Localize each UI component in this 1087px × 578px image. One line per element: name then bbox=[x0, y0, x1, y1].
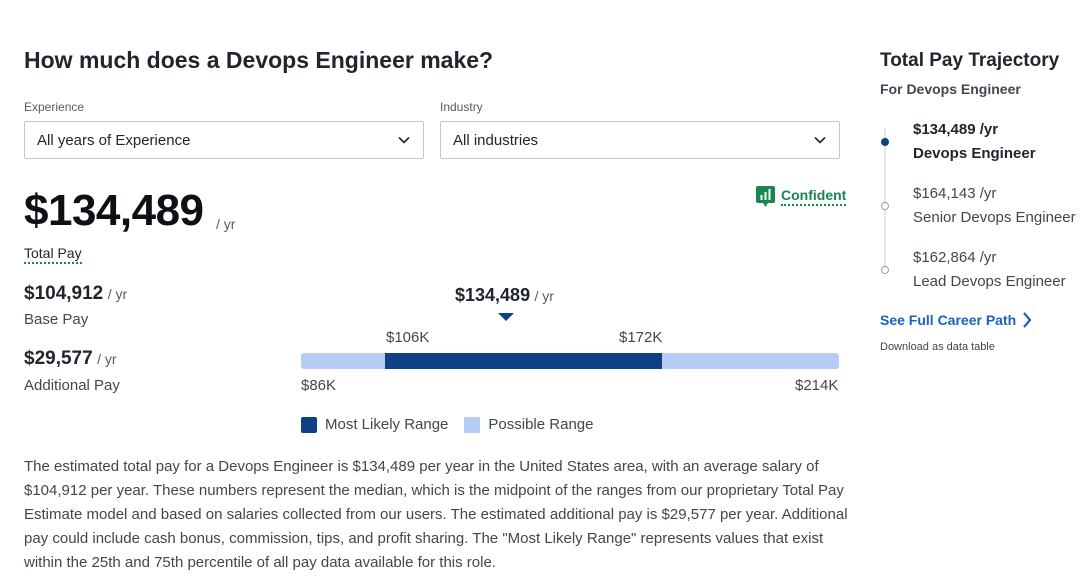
experience-select[interactable]: All years of Experience bbox=[24, 121, 424, 159]
industry-label: Industry bbox=[440, 100, 483, 114]
range-marker-triangle bbox=[498, 313, 514, 321]
total-pay-label[interactable]: Total Pay bbox=[24, 245, 82, 264]
likely-high-label: $172K bbox=[619, 329, 663, 346]
career-path-label: See Full Career Path bbox=[880, 312, 1017, 328]
likely-swatch bbox=[301, 416, 317, 433]
trajectory-role: Lead Devops Engineer bbox=[913, 273, 1066, 290]
industry-select[interactable]: All industries bbox=[440, 121, 840, 159]
range-marker-label: $134,489 / yr bbox=[455, 285, 554, 306]
experience-value: All years of Experience bbox=[37, 131, 191, 149]
base-pay-unit: / yr bbox=[107, 286, 128, 302]
trajectory-salary: $164,143 /yr bbox=[913, 185, 997, 202]
range-min-label: $86K bbox=[301, 377, 337, 394]
confidence-label: Confident bbox=[781, 187, 847, 206]
chevron-down-icon bbox=[398, 136, 410, 144]
range-marker-unit: / yr bbox=[534, 288, 554, 304]
signal-bars-icon bbox=[756, 186, 775, 207]
see-career-path-link[interactable]: See Full Career Path bbox=[880, 312, 1032, 328]
range-marker-amount: $134,489 bbox=[455, 285, 531, 305]
download-data-table-link[interactable]: Download as data table bbox=[880, 341, 995, 353]
page-title: How much does a Devops Engineer make? bbox=[24, 47, 494, 73]
trajectory-salary: $162,864 /yr bbox=[913, 249, 997, 266]
base-pay-amount: $104,912 bbox=[24, 283, 104, 304]
confidence-badge[interactable]: Confident bbox=[756, 186, 847, 207]
timeline-dot bbox=[881, 266, 889, 274]
most-likely-range-segment bbox=[385, 353, 663, 369]
legend-possible: Possible Range bbox=[488, 416, 594, 433]
timeline-dot-active bbox=[881, 138, 889, 146]
additional-pay-unit: / yr bbox=[97, 351, 117, 367]
likely-low-label: $106K bbox=[386, 329, 430, 346]
trajectory-title: Total Pay Trajectory bbox=[880, 50, 1060, 71]
experience-label: Experience bbox=[24, 100, 85, 114]
range-legend: Most Likely Range Possible Range bbox=[301, 416, 593, 433]
pay-description: The estimated total pay for a Devops Eng… bbox=[24, 458, 848, 571]
timeline-dot bbox=[881, 202, 889, 210]
additional-pay-label: Additional Pay bbox=[24, 377, 120, 394]
timeline-line bbox=[884, 128, 886, 270]
trajectory-role: Senior Devops Engineer bbox=[913, 209, 1076, 226]
possible-swatch bbox=[464, 416, 481, 433]
additional-pay-amount: $29,577 bbox=[24, 348, 93, 369]
chevron-right-icon bbox=[1023, 312, 1032, 328]
trajectory-subtitle: For Devops Engineer bbox=[880, 81, 1021, 97]
trajectory-role: Devops Engineer bbox=[913, 145, 1036, 162]
total-pay-unit: / yr bbox=[216, 216, 236, 232]
additional-pay: $29,577 / yr bbox=[24, 348, 117, 370]
base-pay-label: Base Pay bbox=[24, 311, 89, 328]
total-pay-amount: $134,489 bbox=[24, 186, 204, 235]
trajectory-salary: $134,489 /yr bbox=[913, 121, 999, 138]
industry-value: All industries bbox=[453, 131, 539, 149]
legend-likely: Most Likely Range bbox=[325, 416, 449, 433]
chevron-down-icon bbox=[814, 136, 826, 144]
range-max-label: $214K bbox=[795, 377, 839, 394]
pay-range-bar bbox=[301, 353, 839, 369]
base-pay: $104,912 / yr bbox=[24, 283, 127, 305]
